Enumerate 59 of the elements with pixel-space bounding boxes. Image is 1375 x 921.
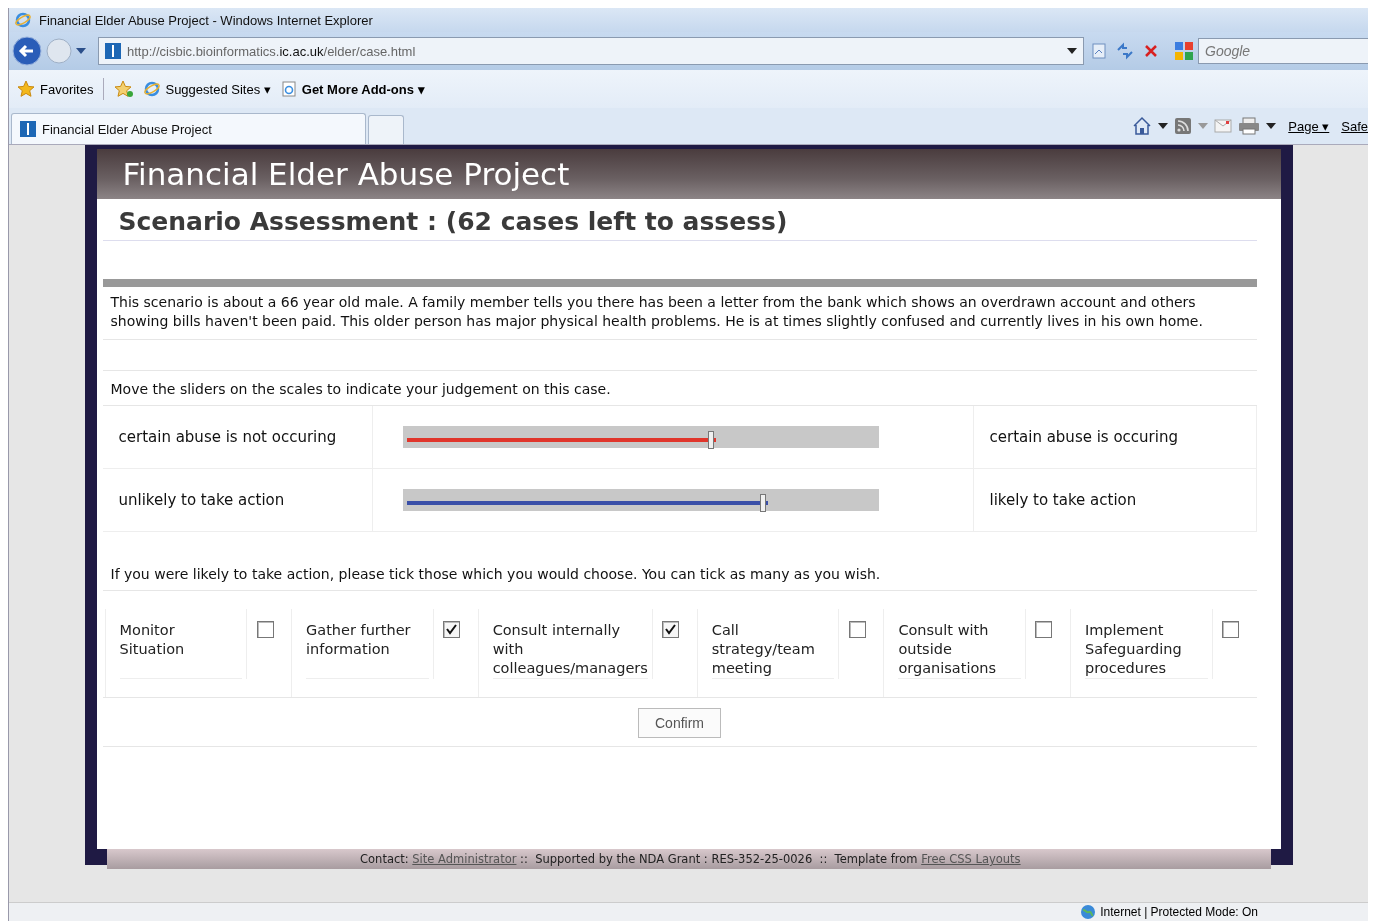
checkbox[interactable] (443, 621, 461, 638)
checkbox[interactable] (662, 621, 680, 638)
slider-thumb[interactable] (707, 431, 714, 449)
browser-tab[interactable]: Financial Elder Abuse Project (11, 113, 366, 144)
slider-track[interactable] (402, 426, 879, 448)
url-text: http://cisbic.bioinformatics.ic.ac.uk/elder/case.html (127, 43, 416, 59)
scenario-text: This scenario is about a 66 year old male. A family member tells you there has been a letter from the bank which shows an overdrawn account and others showing bills haven't been paid. This older person has major physical health problems. He is at times slightly confused and currently lives in his own home. (102, 287, 1257, 340)
favorites-item[interactable]: Suggested Sites ▾ (144, 81, 271, 97)
dropdown-arrow-icon[interactable] (1266, 123, 1277, 129)
page-icon (280, 81, 297, 97)
checkbox[interactable] (848, 621, 866, 638)
window-title: Financial Elder Abuse Project - Windows Internet Explorer (39, 12, 373, 28)
confirm-button[interactable]: Confirm (638, 708, 721, 738)
check-icon (665, 624, 677, 635)
slider-thumb[interactable] (760, 494, 767, 512)
option-label: Consult internally with colleagues/managers (492, 609, 648, 679)
site-icon (105, 43, 121, 59)
star-icon (17, 80, 35, 98)
option-label: Monitor Situation (119, 609, 243, 679)
checkbox[interactable] (1222, 621, 1239, 638)
favorites-item[interactable]: Favorites (17, 80, 94, 98)
browser-icon (15, 12, 31, 28)
scale-label: certain abuse is occuring (972, 406, 1257, 468)
printer-icon[interactable] (1238, 117, 1261, 135)
site-header: Financial Elder Abuse Project (96, 149, 1281, 199)
security-zone[interactable]: Internet | Protected Mode: On (1080, 903, 1258, 921)
search-provider-icon (1174, 41, 1194, 61)
back-button[interactable] (12, 36, 42, 66)
command-menu[interactable]: Safe (1341, 118, 1368, 134)
footer-link[interactable]: Site Administrator (412, 852, 517, 866)
option-label: Gather further information (306, 609, 429, 679)
browser-icon (144, 81, 161, 97)
dropdown-arrow-icon[interactable] (1158, 123, 1169, 129)
search-field[interactable]: Google (1198, 38, 1368, 64)
option-label: Call strategy/team meeting (711, 609, 835, 679)
check-icon (446, 624, 458, 635)
scale-label: likely to take action (972, 469, 1257, 531)
site-icon (20, 121, 36, 137)
footer-text: Contact: Site Administrator :: Supported by the NDA Grant : RES-352-25-0026 :: Template from Free CSS Layouts (359, 852, 1021, 866)
command-menu[interactable]: Page ▾ (1288, 118, 1330, 134)
add-favorite-icon[interactable] (114, 80, 135, 98)
favorites-item[interactable]: Get More Add-ons ▾ (280, 81, 425, 97)
instruction-text: Move the sliders on the scales to indicate your judgement on this case. (102, 371, 1257, 406)
footer-link[interactable]: Free CSS Layouts (921, 852, 1021, 866)
globe-icon (1080, 904, 1097, 920)
feed-icon[interactable] (1174, 117, 1193, 135)
checkbox[interactable] (1035, 621, 1053, 638)
mail-icon[interactable] (1214, 119, 1233, 133)
dropdown-arrow-icon[interactable] (1067, 48, 1077, 54)
option-label: Consult with outside organisations (898, 609, 1021, 679)
home-icon[interactable] (1132, 116, 1153, 136)
checkbox[interactable] (256, 621, 274, 638)
instruction-text: If you were likely to take action, please tick those which you would choose. You can tick as many as you wish. (102, 532, 1257, 591)
scale-label: certain abuse is not occuring (102, 406, 373, 468)
page-subtitle: Scenario Assessment : (62 cases left to assess) (102, 199, 1257, 241)
slider-track[interactable] (402, 489, 879, 511)
scale-label: unlikely to take action (102, 469, 373, 531)
address-field[interactable]: http://cisbic.bioinformatics.ic.ac.uk/elder/case.html (98, 37, 1084, 65)
option-label: Implement Safeguarding procedures (1084, 609, 1208, 679)
